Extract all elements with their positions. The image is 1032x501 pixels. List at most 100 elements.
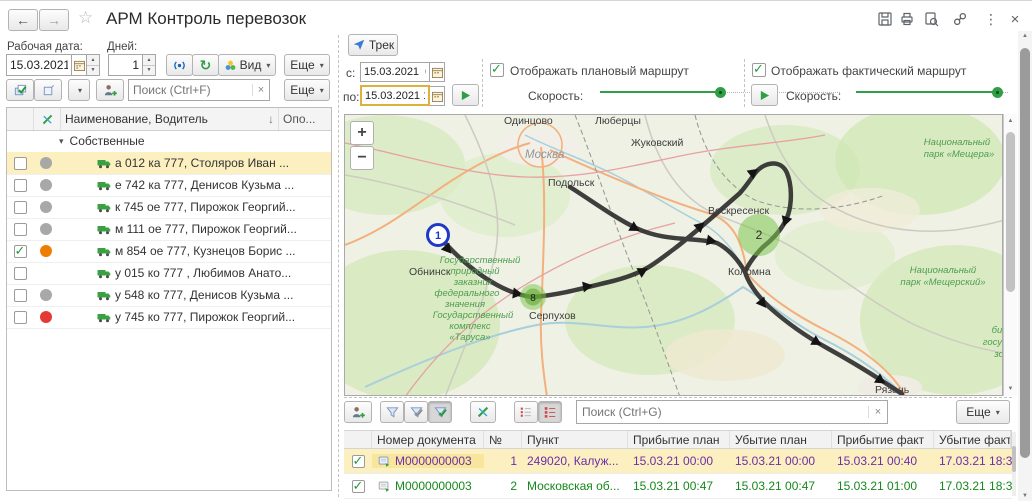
- forward-button[interactable]: →: [39, 9, 69, 31]
- spinner-down-icon[interactable]: ▼: [143, 66, 155, 76]
- map-zoom-out-button[interactable]: −: [350, 146, 374, 170]
- play-plan-button[interactable]: [452, 84, 479, 106]
- more-button-list[interactable]: Еще▾: [284, 79, 330, 101]
- row-checkbox-checked[interactable]: [352, 480, 365, 493]
- vehicle-row[interactable]: у 015 ко 777 , Любимов Анато...: [7, 262, 331, 285]
- monitoring-button[interactable]: [166, 54, 193, 76]
- grouped-list-view-button[interactable]: [538, 401, 562, 423]
- vehicle-search-field[interactable]: ×: [128, 79, 270, 101]
- list-view-button[interactable]: [514, 401, 538, 423]
- vehicle-row[interactable]: м 111 ое 777, Пирожок Георгий...: [7, 218, 331, 241]
- vehicle-row[interactable]: а 012 ка 777, Столяров Иван ...: [7, 152, 331, 175]
- row-checkbox-checked[interactable]: [352, 455, 365, 468]
- filter-all-button[interactable]: [380, 401, 404, 423]
- more-button-bottom[interactable]: Еще▾: [956, 400, 1010, 424]
- vehicle-row[interactable]: у 745 ко 777, Пирожок Георгий...: [7, 306, 331, 329]
- working-date-spinner[interactable]: ▲▼: [87, 54, 100, 76]
- preview-icon[interactable]: [922, 10, 940, 28]
- to-datetime-input[interactable]: [360, 85, 430, 106]
- gps-settings-button[interactable]: [470, 401, 496, 423]
- scroll-down-icon[interactable]: ▼: [1018, 493, 1032, 499]
- select-all-button[interactable]: [6, 79, 34, 101]
- window-scrollbar[interactable]: ▲ ▼: [1018, 31, 1032, 501]
- filter-checked-button[interactable]: [428, 401, 452, 423]
- refresh-button[interactable]: ↻: [192, 54, 219, 76]
- points-search-field[interactable]: ×: [576, 400, 888, 424]
- point-column-header[interactable]: Пункт: [522, 431, 628, 448]
- table-scrollbar[interactable]: [1012, 432, 1016, 496]
- map-scrollbar-thumb[interactable]: [1006, 132, 1015, 292]
- fact-route-checkbox[interactable]: [752, 63, 766, 77]
- vehicle-row[interactable]: е 742 ка 777, Денисов Кузьма ...: [7, 174, 331, 197]
- dep-fact-column-header[interactable]: Убытие факт: [934, 431, 1011, 448]
- search-clear-icon[interactable]: ×: [868, 406, 887, 418]
- days-input[interactable]: [108, 54, 143, 76]
- vehicle-row[interactable]: м 854 ое 777, Кузнецов Борис ...: [7, 240, 331, 263]
- spinner-down-icon[interactable]: ▼: [87, 66, 99, 76]
- slider-handle[interactable]: [992, 87, 1003, 98]
- window-scrollbar-thumb[interactable]: [1020, 48, 1030, 458]
- dep-plan-column-header[interactable]: Убытие план: [730, 431, 832, 448]
- map-zoom-in-button[interactable]: +: [350, 121, 374, 145]
- selection-dropdown-button[interactable]: ▾: [68, 79, 90, 101]
- play-fact-button[interactable]: [751, 84, 778, 106]
- filter-partial-button[interactable]: [404, 401, 428, 423]
- link-icon[interactable]: [951, 10, 969, 28]
- row-checkbox[interactable]: [14, 223, 27, 236]
- view-button[interactable]: Вид▾: [218, 54, 276, 76]
- vehicle-row[interactable]: у 548 ко 777, Денисов Кузьма ...: [7, 284, 331, 307]
- select-column-header[interactable]: [344, 431, 372, 448]
- doc-column-header[interactable]: Номер документа: [372, 431, 484, 448]
- from-datetime-input[interactable]: [360, 62, 430, 82]
- add-driver-button[interactable]: [96, 79, 124, 101]
- plan-route-checkbox[interactable]: [490, 63, 504, 77]
- name-column-header[interactable]: Наименование, Водитель ↓: [61, 108, 279, 130]
- back-button[interactable]: ←: [8, 9, 38, 31]
- speed-fact-slider[interactable]: [856, 86, 1008, 100]
- close-icon[interactable]: ×: [1006, 10, 1024, 28]
- row-checkbox-checked[interactable]: [14, 245, 27, 258]
- map-canvas[interactable]: Одинцово Люберцы Жуковский Москва Подоль…: [344, 114, 1003, 396]
- num-column-header[interactable]: №: [484, 431, 522, 448]
- scroll-down-icon[interactable]: ▼: [1004, 386, 1017, 392]
- slider-handle[interactable]: [715, 87, 726, 98]
- track-button[interactable]: Трек: [348, 34, 398, 56]
- map-scrollbar[interactable]: ▲ ▼: [1003, 114, 1017, 396]
- save-icon[interactable]: [876, 10, 894, 28]
- print-icon[interactable]: [898, 10, 916, 28]
- scroll-up-icon[interactable]: ▲: [1018, 33, 1032, 39]
- search-clear-icon[interactable]: ×: [252, 84, 269, 96]
- panel-splitter[interactable]: [338, 35, 339, 497]
- add-driver-bottom-button[interactable]: [344, 401, 372, 423]
- checkbox-column-header[interactable]: [7, 108, 34, 130]
- row-checkbox[interactable]: [14, 289, 27, 302]
- spinner-up-icon[interactable]: ▲: [87, 55, 99, 66]
- vehicle-row[interactable]: к 745 ое 777, Пирожок Георгий...: [7, 196, 331, 219]
- table-scrollbar-thumb[interactable]: [1012, 446, 1016, 472]
- table-row[interactable]: М0000000003 1 249020, Калуж... 15.03.21 …: [344, 449, 1012, 474]
- to-calendar-icon[interactable]: [430, 86, 445, 106]
- more-button-top[interactable]: Еще▾: [284, 54, 330, 76]
- tracking-column-header[interactable]: [34, 108, 61, 130]
- scroll-up-icon[interactable]: ▲: [1004, 118, 1017, 124]
- working-date-input[interactable]: [6, 54, 72, 76]
- row-checkbox[interactable]: [14, 311, 27, 324]
- row-checkbox[interactable]: [14, 201, 27, 214]
- vehicle-group-row[interactable]: ▾ Собственные: [7, 130, 331, 153]
- row-checkbox[interactable]: [14, 179, 27, 192]
- kebab-menu-icon[interactable]: ⋮: [982, 10, 1000, 28]
- clear-selection-button[interactable]: [34, 79, 62, 101]
- arr-fact-column-header[interactable]: Прибытие факт: [832, 431, 934, 448]
- from-calendar-icon[interactable]: [430, 62, 445, 82]
- spinner-up-icon[interactable]: ▲: [143, 55, 155, 66]
- table-row[interactable]: М0000000003 2 Московская об... 15.03.21 …: [344, 474, 1012, 499]
- row-checkbox[interactable]: [14, 267, 27, 280]
- group-collapse-icon[interactable]: ▾: [59, 136, 64, 147]
- days-spinner[interactable]: ▲▼: [143, 54, 156, 76]
- search-input[interactable]: [577, 405, 868, 419]
- late-column-header[interactable]: Опо...: [279, 108, 331, 130]
- working-date-calendar-icon[interactable]: [72, 54, 87, 76]
- search-input[interactable]: [129, 83, 252, 97]
- row-checkbox[interactable]: [14, 157, 27, 170]
- favorite-star-icon[interactable]: ☆: [78, 8, 93, 28]
